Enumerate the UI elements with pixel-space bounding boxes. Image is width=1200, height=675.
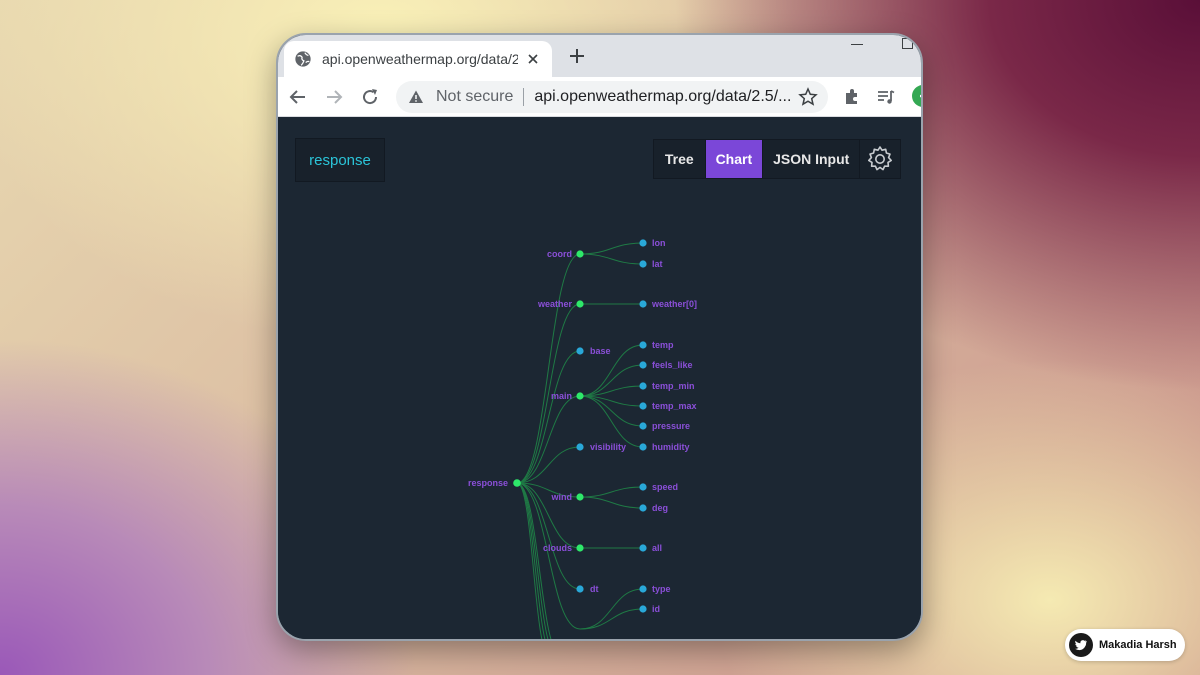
tree-leaf-lon[interactable]	[639, 239, 647, 247]
back-icon[interactable]	[288, 87, 308, 107]
tree-leaf-label: pressure	[652, 421, 690, 431]
browser-window: api.openweathermap.org/data/2.5/ Not sec…	[276, 33, 923, 641]
tree-leaf-label: lon	[652, 238, 666, 248]
forward-icon[interactable]	[324, 87, 344, 107]
tab-strip: api.openweathermap.org/data/2.5/	[278, 35, 921, 77]
tree-leaf-deg[interactable]	[639, 504, 647, 512]
minimize-icon[interactable]	[851, 44, 863, 45]
tree-node-label: base	[590, 346, 611, 356]
author-name: Makadia Harsh	[1099, 639, 1177, 651]
tree-leaf-label: humidity	[652, 442, 690, 452]
json-visualizer-app: coord lon lat weather weather[0] base main temp…	[278, 117, 921, 639]
tree-leaf-label: lat	[652, 259, 663, 269]
reload-icon[interactable]	[360, 87, 380, 107]
tree-node-coord[interactable]	[576, 250, 584, 258]
gear-icon	[868, 146, 893, 171]
tree-node-wind[interactable]	[576, 493, 584, 501]
tree-link	[579, 608, 644, 630]
tab-title: api.openweathermap.org/data/2.5/	[322, 51, 518, 67]
tree-link	[579, 486, 644, 498]
url-text[interactable]: api.openweathermap.org/data/2.5/...	[534, 88, 796, 106]
tree-node-label: clouds	[543, 543, 572, 553]
tree-node-label: main	[551, 391, 572, 401]
extensions-icon[interactable]	[842, 87, 862, 107]
author-badge[interactable]: Makadia Harsh	[1065, 629, 1185, 661]
tree-leaf-weather[0][interactable]	[639, 300, 647, 308]
twitter-bird-icon	[1069, 633, 1093, 657]
tree-leaf-label: feels_like	[652, 360, 693, 370]
tree-link-offscreen	[516, 482, 543, 639]
close-tab-icon[interactable]	[526, 52, 540, 66]
address-bar[interactable]: Not secure api.openweathermap.org/data/2…	[396, 81, 828, 113]
tree-leaf-label: id	[652, 604, 660, 614]
tree-view-button[interactable]: Tree	[654, 140, 706, 178]
tree-node-base[interactable]	[576, 347, 584, 355]
tree-leaf-all[interactable]	[639, 544, 647, 552]
tree-link	[579, 496, 644, 509]
tree-leaf-speed[interactable]	[639, 483, 647, 491]
tree-leaf-pressure[interactable]	[639, 422, 647, 430]
tree-link-offscreen	[516, 482, 552, 639]
warning-icon	[409, 90, 423, 103]
tree-leaf-temp_max[interactable]	[639, 402, 647, 410]
security-status: Not secure	[436, 88, 514, 105]
tree-node-dt[interactable]	[576, 585, 584, 593]
tree-chart: coord lon lat weather weather[0] base main temp…	[468, 238, 697, 639]
chart-view-button[interactable]: Chart	[705, 140, 764, 178]
tree-leaf-lat[interactable]	[639, 260, 647, 268]
maximize-icon[interactable]	[902, 38, 913, 49]
tree-link	[579, 253, 644, 265]
reading-list-icon[interactable]	[876, 87, 896, 107]
tree-node-visibility[interactable]	[576, 443, 584, 451]
browser-toolbar: Not secure api.openweathermap.org/data/2…	[278, 77, 921, 117]
new-tab-icon[interactable]	[568, 47, 586, 65]
tree-link	[579, 588, 644, 630]
tree-node-label: visibility	[590, 442, 626, 452]
bookmark-star-icon[interactable]	[798, 87, 818, 107]
tree-node-main[interactable]	[576, 392, 584, 400]
tree-node-label: wind	[551, 492, 573, 502]
tree-leaf-label: deg	[652, 503, 668, 513]
tree-leaf-label: temp_max	[652, 401, 697, 411]
settings-button[interactable]	[860, 140, 900, 178]
tree-root-node[interactable]	[513, 479, 521, 487]
tree-node-label: weather	[537, 299, 573, 309]
tree-link	[516, 446, 581, 484]
profile-avatar[interactable]: <	[912, 85, 921, 107]
response-button[interactable]: response	[295, 138, 385, 182]
tree-leaf-label: all	[652, 543, 662, 553]
view-switcher: Tree Chart JSON Input	[653, 139, 901, 179]
tree-node-label: coord	[547, 249, 572, 259]
tree-leaf-id[interactable]	[639, 605, 647, 613]
tree-link	[579, 242, 644, 255]
tree-leaf-type[interactable]	[639, 585, 647, 593]
tree-link	[516, 482, 581, 630]
omnibox-divider	[523, 88, 525, 106]
tree-link	[579, 395, 644, 448]
tree-leaf-label: speed	[652, 482, 678, 492]
tree-leaf-label: temp_min	[652, 381, 695, 391]
tree-root-label: response	[468, 478, 508, 488]
tree-leaf-temp_min[interactable]	[639, 382, 647, 390]
tree-node-weather[interactable]	[576, 300, 584, 308]
browser-tab[interactable]: api.openweathermap.org/data/2.5/	[284, 41, 552, 77]
tree-leaf-label: type	[652, 584, 671, 594]
json-input-button[interactable]: JSON Input	[763, 140, 861, 178]
tree-leaf-label: weather[0]	[651, 299, 697, 309]
globe-icon	[295, 51, 311, 67]
tree-link-offscreen	[516, 482, 549, 639]
tree-node-clouds[interactable]	[576, 544, 584, 552]
tree-node-label: dt	[590, 584, 599, 594]
tree-leaf-label: temp	[652, 340, 674, 350]
tree-leaf-humidity[interactable]	[639, 443, 647, 451]
tree-leaf-temp[interactable]	[639, 341, 647, 349]
tree-link	[516, 395, 581, 484]
tree-leaf-feels_like[interactable]	[639, 361, 647, 369]
